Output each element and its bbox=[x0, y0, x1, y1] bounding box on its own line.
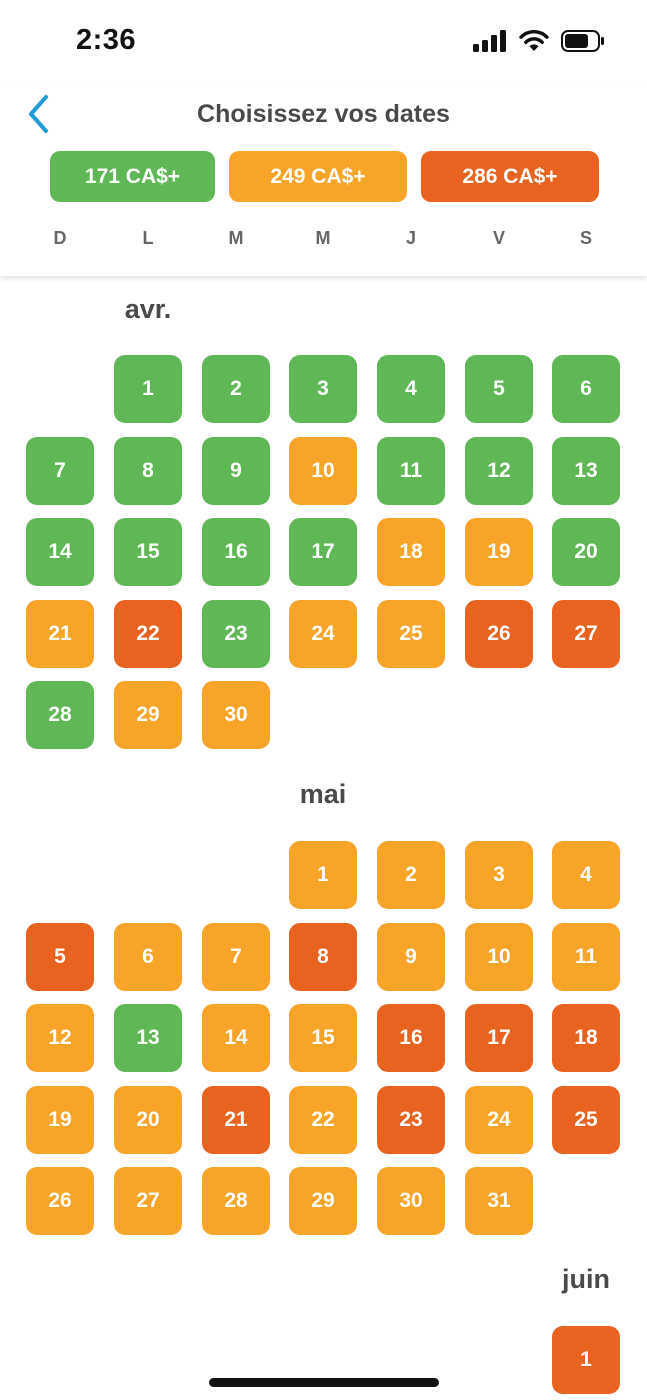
weekday-header: D L M M J V S bbox=[0, 228, 647, 258]
calendar-day[interactable]: 17 bbox=[289, 518, 357, 586]
calendar-day[interactable]: 15 bbox=[114, 518, 182, 586]
calendar-day[interactable]: 23 bbox=[377, 1086, 445, 1154]
calendar-day[interactable]: 5 bbox=[26, 923, 94, 991]
weekday-monday: L bbox=[142, 228, 154, 248]
calendar-day[interactable]: 11 bbox=[552, 923, 620, 991]
calendar-day[interactable]: 8 bbox=[289, 923, 357, 991]
status-bar: 2:36 bbox=[0, 0, 647, 84]
calendar-day[interactable]: 19 bbox=[26, 1086, 94, 1154]
calendar-day[interactable]: 13 bbox=[114, 1004, 182, 1072]
price-legend-mid: 249 CA$+ bbox=[229, 151, 407, 202]
calendar-day[interactable]: 4 bbox=[377, 355, 445, 423]
price-legend-high: 286 CA$+ bbox=[421, 151, 599, 202]
calendar-day[interactable]: 2 bbox=[202, 355, 270, 423]
calendar-grid: avr. 1 2 3 4 5 6 7 8 9 10 11 12 13 14 15 16 17 18 19 20 21 22 2… bbox=[0, 276, 647, 1400]
calendar-day[interactable]: 25 bbox=[377, 600, 445, 668]
calendar-day[interactable]: 21 bbox=[202, 1086, 270, 1154]
month-label: avr. bbox=[124, 294, 172, 324]
calendar-day[interactable]: 6 bbox=[114, 923, 182, 991]
calendar-day[interactable]: 14 bbox=[26, 518, 94, 586]
calendar-day[interactable]: 21 bbox=[26, 600, 94, 668]
calendar-day[interactable]: 7 bbox=[26, 437, 94, 505]
calendar-day[interactable]: 24 bbox=[465, 1086, 533, 1154]
weekday-wednesday: M bbox=[315, 228, 331, 248]
calendar-day[interactable]: 8 bbox=[114, 437, 182, 505]
calendar-day[interactable]: 1 bbox=[114, 355, 182, 423]
calendar-day[interactable]: 1 bbox=[552, 1326, 620, 1394]
calendar-day[interactable]: 3 bbox=[465, 841, 533, 909]
calendar-day[interactable]: 24 bbox=[289, 600, 357, 668]
calendar-header: Choisissez vos dates 171 CA$+ 249 CA$+ 2… bbox=[0, 84, 647, 276]
weekday-friday: V bbox=[492, 228, 505, 248]
home-indicator bbox=[209, 1378, 439, 1387]
calendar-day[interactable]: 9 bbox=[202, 437, 270, 505]
calendar-day[interactable]: 18 bbox=[552, 1004, 620, 1072]
calendar-day[interactable]: 6 bbox=[552, 355, 620, 423]
calendar-day[interactable]: 22 bbox=[114, 600, 182, 668]
price-legend-low: 171 CA$+ bbox=[50, 151, 215, 202]
calendar-day[interactable]: 15 bbox=[289, 1004, 357, 1072]
calendar-day[interactable]: 28 bbox=[26, 681, 94, 749]
calendar-day[interactable]: 12 bbox=[26, 1004, 94, 1072]
weekday-saturday: S bbox=[579, 228, 592, 248]
calendar-day[interactable]: 16 bbox=[377, 1004, 445, 1072]
calendar-day[interactable]: 26 bbox=[465, 600, 533, 668]
calendar-day[interactable]: 1 bbox=[289, 841, 357, 909]
calendar-day[interactable]: 19 bbox=[465, 518, 533, 586]
calendar-day[interactable]: 27 bbox=[552, 600, 620, 668]
calendar-day[interactable]: 29 bbox=[289, 1167, 357, 1235]
calendar-day[interactable]: 20 bbox=[552, 518, 620, 586]
calendar-day[interactable]: 12 bbox=[465, 437, 533, 505]
calendar-day[interactable]: 18 bbox=[377, 518, 445, 586]
calendar-day[interactable]: 10 bbox=[465, 923, 533, 991]
calendar-day[interactable]: 30 bbox=[202, 681, 270, 749]
calendar-day[interactable]: 11 bbox=[377, 437, 445, 505]
calendar-day[interactable]: 30 bbox=[377, 1167, 445, 1235]
calendar-day[interactable]: 14 bbox=[202, 1004, 270, 1072]
weekday-sunday: D bbox=[53, 228, 67, 248]
calendar-day[interactable]: 20 bbox=[114, 1086, 182, 1154]
status-time: 2:36 bbox=[76, 24, 137, 56]
app-screen: 2:36 Choisissez vos dates 171 CA$+ 249 C… bbox=[0, 0, 647, 1400]
weekday-thursday: J bbox=[405, 228, 416, 248]
calendar-day[interactable]: 17 bbox=[465, 1004, 533, 1072]
wifi-icon bbox=[519, 30, 549, 52]
calendar-day[interactable]: 28 bbox=[202, 1167, 270, 1235]
calendar-day[interactable]: 4 bbox=[552, 841, 620, 909]
calendar-day[interactable]: 2 bbox=[377, 841, 445, 909]
calendar-day[interactable]: 7 bbox=[202, 923, 270, 991]
price-legend: 171 CA$+ 249 CA$+ 286 CA$+ bbox=[50, 151, 599, 202]
status-icons bbox=[473, 30, 605, 52]
calendar-day[interactable]: 31 bbox=[465, 1167, 533, 1235]
calendar-day[interactable]: 25 bbox=[552, 1086, 620, 1154]
calendar-day[interactable]: 26 bbox=[26, 1167, 94, 1235]
calendar-day[interactable]: 16 bbox=[202, 518, 270, 586]
battery-icon bbox=[561, 30, 605, 52]
cellular-signal-icon bbox=[473, 30, 507, 52]
calendar-day[interactable]: 3 bbox=[289, 355, 357, 423]
calendar-day[interactable]: 10 bbox=[289, 437, 357, 505]
month-label: juin bbox=[562, 1264, 610, 1294]
calendar-day[interactable]: 9 bbox=[377, 923, 445, 991]
weekday-tuesday: M bbox=[228, 228, 244, 248]
calendar-day[interactable]: 23 bbox=[202, 600, 270, 668]
month-label: mai bbox=[299, 779, 347, 809]
calendar-day[interactable]: 27 bbox=[114, 1167, 182, 1235]
page-title: Choisissez vos dates bbox=[197, 100, 450, 128]
calendar-day[interactable]: 22 bbox=[289, 1086, 357, 1154]
calendar-day[interactable]: 13 bbox=[552, 437, 620, 505]
calendar-day[interactable]: 5 bbox=[465, 355, 533, 423]
calendar-day[interactable]: 29 bbox=[114, 681, 182, 749]
